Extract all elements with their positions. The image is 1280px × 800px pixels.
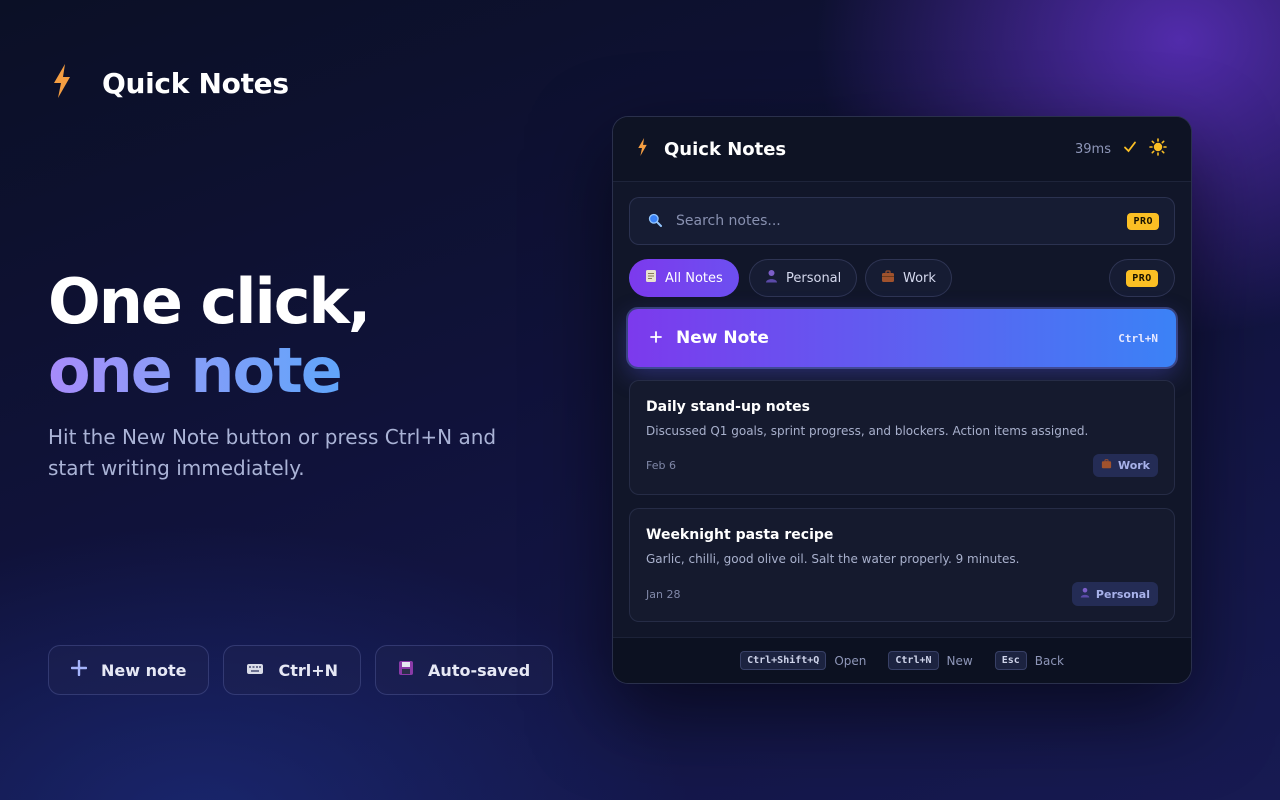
- note-date: Jan 28: [646, 587, 681, 601]
- note-footer: Feb 6 Work: [646, 454, 1158, 477]
- note-card[interactable]: Daily stand-up notes Discussed Q1 goals,…: [629, 380, 1175, 495]
- tab-personal[interactable]: Personal: [749, 259, 858, 297]
- hero-headline: One click, one note: [48, 265, 371, 407]
- hero-subtitle: Hit the New Note button or press Ctrl+N …: [48, 425, 497, 480]
- tab-label: Personal: [786, 270, 842, 286]
- hint-label: Back: [1034, 653, 1064, 668]
- headline-line-2: one note: [48, 334, 343, 407]
- tag-label: Personal: [1095, 587, 1150, 601]
- checkmark-icon: [1123, 140, 1137, 158]
- panel-title: Quick Notes: [664, 138, 787, 160]
- tab-all-notes[interactable]: All Notes: [629, 259, 739, 297]
- shortcut-hints: Ctrl+Shift+Q Open Ctrl+N New Esc Back: [613, 637, 1191, 683]
- new-note-label: New Note: [676, 328, 769, 348]
- chip-label: Ctrl+N: [278, 660, 339, 680]
- category-tabs: All Notes Personal Work PRO: [629, 259, 1175, 297]
- briefcase-icon: [1101, 459, 1112, 472]
- hint-label: New: [946, 653, 973, 668]
- panel-header: Quick Notes 39ms: [613, 117, 1191, 182]
- note-tag[interactable]: Work: [1092, 454, 1158, 477]
- brand: Quick Notes: [52, 64, 289, 102]
- pro-badge: PRO: [1127, 212, 1159, 230]
- note-preview: Discussed Q1 goals, sprint progress, and…: [646, 424, 1089, 438]
- chip-label: Auto-saved: [428, 660, 531, 680]
- note-tag[interactable]: Personal: [1071, 582, 1158, 606]
- chip-auto-saved[interactable]: Auto-saved: [375, 645, 554, 695]
- hint-key: Ctrl+Shift+Q: [740, 651, 827, 670]
- chip-shortcut[interactable]: Ctrl+N: [223, 645, 362, 695]
- note-date: Feb 6: [646, 459, 676, 472]
- note-preview: Garlic, chilli, good olive oil. Salt the…: [646, 552, 1020, 566]
- search-icon: [648, 212, 662, 231]
- lightning-bolt-icon: [637, 138, 648, 160]
- quick-notes-panel: Quick Notes 39ms PRO: [612, 116, 1192, 684]
- notepad-icon: [645, 269, 657, 287]
- pro-badge: PRO: [1126, 269, 1158, 287]
- floppy-disk-icon: [398, 660, 414, 680]
- plus-icon: [70, 659, 88, 680]
- sun-icon[interactable]: [1149, 138, 1167, 160]
- hint-new: Ctrl+N New: [888, 651, 973, 670]
- note-footer: Jan 28 Personal: [646, 582, 1158, 606]
- person-icon: [1080, 587, 1090, 601]
- new-note-button[interactable]: New Note Ctrl+N: [628, 309, 1176, 367]
- note-title: Weeknight pasta recipe: [646, 527, 834, 543]
- hint-back: Esc Back: [994, 651, 1064, 670]
- tab-label: All Notes: [665, 270, 723, 286]
- note-title: Daily stand-up notes: [646, 399, 810, 415]
- feature-chips: New note Ctrl+N Auto-saved: [48, 645, 554, 695]
- brand-title: Quick Notes: [102, 66, 289, 100]
- plus-icon: [650, 328, 662, 348]
- panel-status: 39ms: [1075, 138, 1167, 160]
- headline-line-1: One click,: [48, 265, 371, 338]
- search-input[interactable]: [674, 212, 1128, 230]
- chip-new-note[interactable]: New note: [48, 645, 210, 695]
- hint-label: Open: [834, 653, 867, 668]
- tab-label: Work: [903, 270, 936, 286]
- hint-open: Ctrl+Shift+Q Open: [740, 651, 866, 670]
- hint-key: Esc: [994, 651, 1027, 670]
- tag-label: Work: [1117, 459, 1150, 472]
- person-icon: [765, 269, 778, 287]
- tab-work[interactable]: Work: [865, 259, 952, 297]
- briefcase-icon: [881, 269, 895, 287]
- latency-readout: 39ms: [1075, 141, 1111, 157]
- hint-key: Ctrl+N: [888, 651, 939, 670]
- note-card[interactable]: Weeknight pasta recipe Garlic, chilli, g…: [629, 508, 1175, 622]
- keyboard-icon: [246, 661, 264, 680]
- new-note-shortcut: Ctrl+N: [1118, 331, 1158, 345]
- lightning-bolt-icon: [52, 64, 72, 102]
- chip-label: New note: [101, 660, 187, 680]
- pro-tab[interactable]: PRO: [1109, 259, 1175, 297]
- search-bar[interactable]: PRO: [629, 197, 1175, 245]
